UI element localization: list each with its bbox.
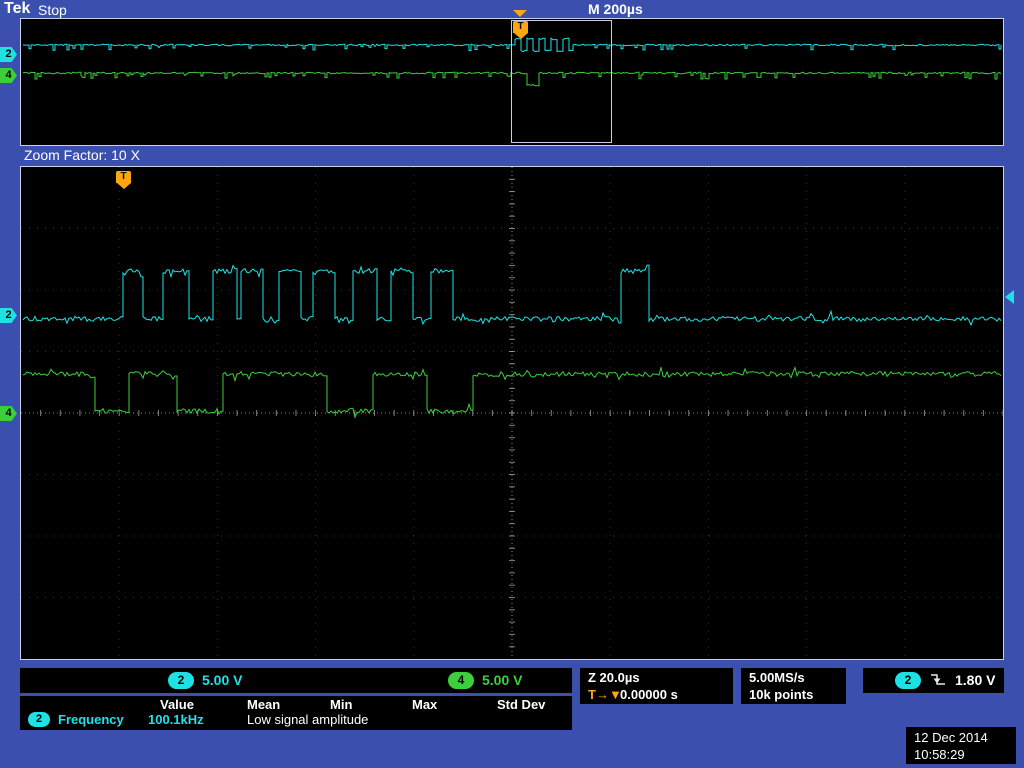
timebase-readout: M 200µs bbox=[588, 1, 643, 17]
measurement-header-min: Min bbox=[330, 697, 352, 712]
tek-logo: Tek bbox=[4, 0, 30, 18]
measurement-header-stddev: Std Dev bbox=[497, 697, 545, 712]
trigger-slope-icon bbox=[929, 672, 947, 688]
date-text: 12 Dec 2014 bbox=[914, 730, 988, 745]
acquisition-status: Stop bbox=[38, 2, 67, 18]
ch2-scale-readout: 5.00 V bbox=[202, 672, 242, 688]
measurement-table: Value Mean Min Max Std Dev 2 Frequency 1… bbox=[20, 696, 572, 730]
zoom-scale-readout: Z 20.0µs bbox=[588, 670, 640, 685]
sample-rate-readout: 5.00MS/s bbox=[749, 670, 805, 685]
scope-screen: { "palette": { "bg": "#3a4fae", "panel":… bbox=[0, 0, 1024, 768]
measurement-value: 100.1kHz bbox=[148, 712, 204, 727]
zoom-window: T bbox=[20, 166, 1004, 660]
trigger-level-readout: 1.80 V bbox=[955, 672, 995, 688]
trigger-time-icon: T→▼ bbox=[588, 687, 622, 702]
overview-window: T bbox=[20, 18, 1004, 146]
trigger-time-readout: 0.00000 s bbox=[620, 687, 678, 702]
ch2-level-arrow bbox=[1005, 290, 1014, 304]
acquisition-box: 5.00MS/s 10k points bbox=[741, 668, 846, 704]
ch2-marker-main[interactable]: 2 bbox=[0, 308, 17, 323]
zoom-waveform-svg bbox=[21, 167, 1003, 659]
ch4-marker-overview: 4 bbox=[0, 68, 17, 83]
measurement-header-max: Max bbox=[412, 697, 437, 712]
ch4-scale-readout: 5.00 V bbox=[482, 672, 522, 688]
ch4-marker-main[interactable]: 4 bbox=[0, 406, 17, 421]
measurement-name: Frequency bbox=[58, 712, 124, 727]
channel-scale-bar: 2 5.00 V 4 5.00 V bbox=[20, 668, 572, 693]
ch4-badge: 4 bbox=[448, 672, 474, 689]
trigger-position-marker-overview[interactable]: T bbox=[513, 21, 528, 33]
trigger-channel-badge: 2 bbox=[895, 672, 921, 689]
measurement-channel-badge: 2 bbox=[28, 712, 50, 727]
datetime-box: 12 Dec 2014 10:58:29 bbox=[906, 727, 1016, 764]
record-length-readout: 10k points bbox=[749, 687, 813, 702]
zoom-timebase-box: Z 20.0µs T→▼ 0.00000 s bbox=[580, 668, 733, 704]
measurement-header-value: Value bbox=[160, 697, 194, 712]
measurement-header-mean: Mean bbox=[247, 697, 280, 712]
measurement-message: Low signal amplitude bbox=[247, 712, 368, 727]
time-text: 10:58:29 bbox=[914, 747, 965, 762]
trigger-position-marker-main[interactable]: T bbox=[116, 171, 131, 183]
trigger-box: 2 1.80 V bbox=[863, 668, 1004, 693]
ch2-marker-overview: 2 bbox=[0, 47, 17, 62]
trigger-position-arrow bbox=[513, 10, 527, 17]
ch2-badge: 2 bbox=[168, 672, 194, 689]
zoom-factor-label: Zoom Factor: 10 X bbox=[24, 147, 140, 163]
